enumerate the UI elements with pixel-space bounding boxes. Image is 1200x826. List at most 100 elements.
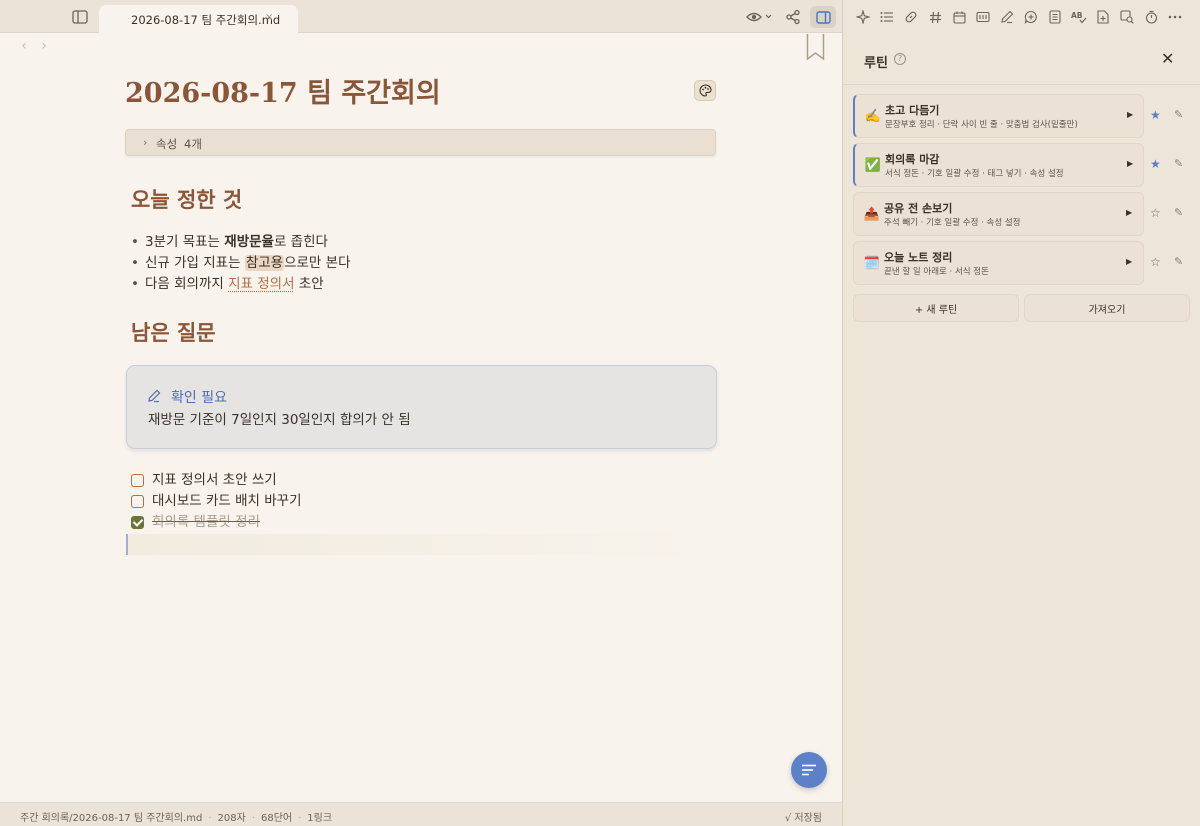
palette-button[interactable] xyxy=(694,80,716,101)
task-item: 회의록 템플릿 정리 xyxy=(131,512,302,533)
right-panel: AB 루틴 ? ✕ ✍️ 초고 다듬기 문장부호 정리 · 단락 사이 빈 줄 … xyxy=(842,0,1200,826)
svg-text:AB: AB xyxy=(1071,11,1083,20)
play-icon[interactable]: ▶ xyxy=(1127,159,1133,168)
comment-add-icon[interactable] xyxy=(1022,8,1040,26)
palette-icon xyxy=(699,84,712,97)
callout-title: 확인 필요 xyxy=(171,390,227,406)
routine-desc: 주석 빼기 · 기호 일괄 수정 · 속성 설정 xyxy=(884,218,1021,228)
properties-toggle[interactable]: › 속성 4개 xyxy=(125,129,716,156)
routine-desc: 문장부호 정리 · 단락 사이 빈 줄 · 맞춤법 검사(밑줄만) xyxy=(885,120,1078,130)
properties-count: 4개 xyxy=(184,137,202,151)
share-icon xyxy=(786,9,800,25)
sparkle-icon[interactable] xyxy=(854,8,872,26)
back-icon[interactable]: ‹ xyxy=(14,38,34,54)
properties-label: 속성 xyxy=(156,137,178,151)
routine-desc: 끝낸 할 일 아래로 · 서식 정돈 xyxy=(884,267,989,277)
timer-icon[interactable] xyxy=(1142,8,1160,26)
panel-header: 루틴 ? ✕ xyxy=(843,34,1200,85)
play-icon[interactable]: ▶ xyxy=(1126,257,1132,266)
routine-name: 초고 다듬기 xyxy=(885,104,940,117)
section-heading: 남은 질문 xyxy=(131,320,216,345)
close-icon[interactable]: ✕ xyxy=(1161,49,1174,68)
routine-card[interactable]: ✍️ 초고 다듬기 문장부호 정리 · 단락 사이 빈 줄 · 맞춤법 검사(밑… xyxy=(853,94,1144,138)
more-icon[interactable] xyxy=(1166,8,1184,26)
menu-lines-icon xyxy=(802,764,816,776)
hashtag-icon[interactable] xyxy=(926,8,944,26)
task-checkbox-checked[interactable] xyxy=(131,516,144,529)
routine-desc: 서식 정돈 · 기호 일괄 수정 · 태그 넣기 · 속성 설정 xyxy=(885,169,1064,179)
routine-card[interactable]: 📤 공유 전 손보기 주석 빼기 · 기호 일괄 수정 · 속성 설정 ▶ xyxy=(853,192,1144,236)
tab-close-button[interactable]: × xyxy=(265,12,273,23)
new-routine-button[interactable]: + 새 루틴 xyxy=(853,294,1019,322)
sidebar-right-icon xyxy=(815,10,831,24)
link-icon[interactable] xyxy=(902,8,920,26)
routine-emoji: 🗓️ xyxy=(863,255,881,271)
eye-icon xyxy=(746,12,772,22)
panel-title: 루틴 xyxy=(864,56,888,71)
play-icon[interactable]: ▶ xyxy=(1127,110,1133,119)
routine-name: 오늘 노트 정리 xyxy=(884,251,953,264)
history-nav: ‹ › xyxy=(14,38,54,54)
list-item: 다음 회의까지 지표 정의서 초안 xyxy=(131,274,351,295)
list-item: 3분기 목표는 재방문율로 좁힌다 xyxy=(131,232,351,253)
routine-name: 회의록 마감 xyxy=(885,153,940,166)
tab-active[interactable]: 2026-08-17 팀 주간회의.md × xyxy=(99,5,298,34)
char-count: 208자 xyxy=(217,813,246,824)
status-bar: 주간 회의록/2026-08-17 팀 주간회의.md · 208자 · 68단어 · 1링… xyxy=(0,802,842,826)
bullet-list: 3분기 목표는 재방문율로 좁힌다 신규 가입 지표는 참고용으로만 본다 다음… xyxy=(131,232,351,295)
chevron-right-icon: › xyxy=(143,136,148,149)
outline-button[interactable] xyxy=(791,752,827,788)
callout: 확인 필요 재방문 기준이 7일인지 30일인지 합의가 안 됨 xyxy=(126,365,717,449)
tab-title: 2026-08-17 팀 주간회의.md xyxy=(131,13,281,27)
routine-card[interactable]: 🗓️ 오늘 노트 정리 끝낸 할 일 아래로 · 서식 정돈 ▶ xyxy=(853,241,1144,285)
play-icon[interactable]: ▶ xyxy=(1126,208,1132,217)
page-title: 2026-08-17 팀 주간회의 xyxy=(125,78,441,109)
save-status: √ 저장됨 xyxy=(784,813,822,824)
panel-toolbar: AB xyxy=(843,0,1200,33)
import-button[interactable]: 가져오기 xyxy=(1024,294,1190,322)
task-checkbox[interactable] xyxy=(131,474,144,487)
calendar-icon[interactable] xyxy=(950,8,968,26)
document-icon[interactable] xyxy=(1046,8,1064,26)
internal-link[interactable]: 지표 정의서 xyxy=(228,276,294,292)
help-icon[interactable]: ? xyxy=(894,53,906,65)
active-line[interactable] xyxy=(126,534,706,555)
task-item: 대시보드 카드 배치 바꾸기 xyxy=(131,491,302,512)
callout-body: 재방문 기준이 7일인지 30일인지 합의가 안 됨 xyxy=(148,412,411,428)
editor[interactable]: ‹› 2026-08-17 팀 주간회의 › 속성 4개 오늘 정한 것 3분기… xyxy=(0,34,842,802)
spellcheck-icon[interactable]: AB xyxy=(1070,8,1088,26)
section-heading: 오늘 정한 것 xyxy=(131,187,243,212)
task-checkbox[interactable] xyxy=(131,495,144,508)
file-path[interactable]: 주간 회의록/2026-08-17 팀 주간회의.md xyxy=(20,813,202,824)
routine-emoji: ✅ xyxy=(864,157,882,173)
pencil-icon xyxy=(147,388,161,407)
edit-icon[interactable]: ✎ xyxy=(1174,206,1183,219)
edit-icon[interactable]: ✎ xyxy=(1174,255,1183,268)
star-filled-icon[interactable]: ★ xyxy=(1150,108,1161,122)
template-icon[interactable] xyxy=(974,8,992,26)
list-icon[interactable] xyxy=(878,8,896,26)
bookmark-icon[interactable] xyxy=(806,34,825,65)
star-outline-icon[interactable]: ☆ xyxy=(1150,206,1161,220)
image-search-icon[interactable] xyxy=(1118,8,1136,26)
task-item: 지표 정의서 초안 쓰기 xyxy=(131,470,302,491)
pen-icon[interactable] xyxy=(998,8,1016,26)
right-panel-toggle-button[interactable] xyxy=(810,6,836,28)
routine-emoji: 📤 xyxy=(863,206,881,222)
routine-card[interactable]: ✅ 회의록 마감 서식 정돈 · 기호 일괄 수정 · 태그 넣기 · 속성 설… xyxy=(853,143,1144,187)
edit-icon[interactable]: ✎ xyxy=(1174,108,1183,121)
highlighted-text: 참고용 xyxy=(244,255,285,271)
routine-name: 공유 전 손보기 xyxy=(884,202,953,215)
tab-bar: 2026-08-17 팀 주간회의.md × xyxy=(0,0,842,34)
list-item: 신규 가입 지표는 참고용으로만 본다 xyxy=(131,253,351,274)
routine-emoji: ✍️ xyxy=(864,108,882,124)
view-mode-button[interactable] xyxy=(744,6,774,28)
star-filled-icon[interactable]: ★ xyxy=(1150,157,1161,171)
sidebar-toggle-icon[interactable] xyxy=(72,9,88,24)
edit-icon[interactable]: ✎ xyxy=(1174,157,1183,170)
forward-icon[interactable]: › xyxy=(34,38,54,54)
star-outline-icon[interactable]: ☆ xyxy=(1150,255,1161,269)
share-button[interactable] xyxy=(782,6,804,28)
link-count: 1링크 xyxy=(307,813,333,824)
file-export-icon[interactable] xyxy=(1094,8,1112,26)
